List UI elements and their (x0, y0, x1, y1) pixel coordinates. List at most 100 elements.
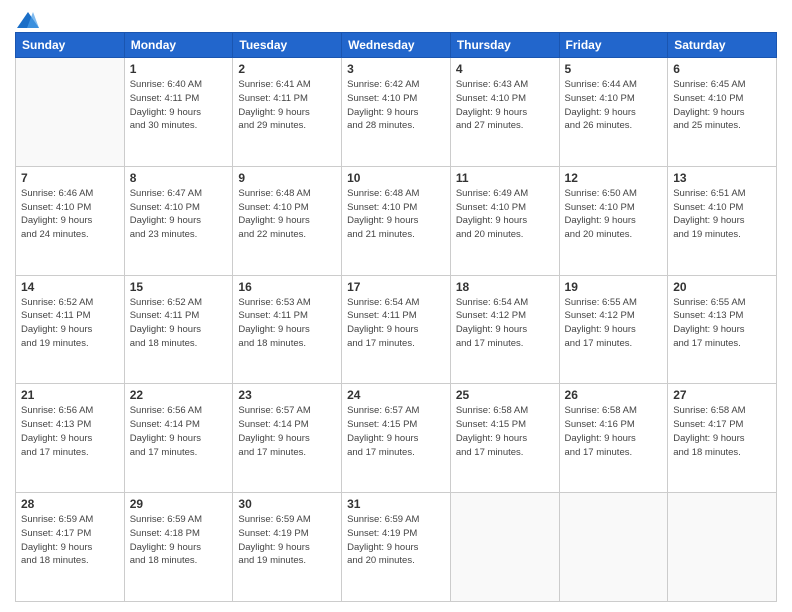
day-info: Sunrise: 6:54 AMSunset: 4:11 PMDaylight:… (347, 296, 445, 351)
calendar-table: Sunday Monday Tuesday Wednesday Thursday… (15, 32, 777, 602)
day-info: Sunrise: 6:54 AMSunset: 4:12 PMDaylight:… (456, 296, 554, 351)
day-number: 7 (21, 171, 119, 185)
day-info: Sunrise: 6:53 AMSunset: 4:11 PMDaylight:… (238, 296, 336, 351)
table-row: 17 Sunrise: 6:54 AMSunset: 4:11 PMDayligh… (342, 275, 451, 384)
day-number: 13 (673, 171, 771, 185)
table-row: 16Sunrise: 6:53 AMSunset: 4:11 PMDayligh… (233, 275, 342, 384)
calendar-week-row: 14 Sunrise: 6:52 AMSunset: 4:11 PMDayligh… (16, 275, 777, 384)
calendar-week-row: 7 Sunrise: 6:46 AMSunset: 4:10 PMDaylight… (16, 166, 777, 275)
day-number: 15 (130, 280, 228, 294)
table-row (450, 493, 559, 602)
day-number: 5 (565, 62, 663, 76)
day-info: Sunrise: 6:46 AMSunset: 4:10 PMDaylight:… (21, 187, 119, 242)
day-number: 27 (673, 388, 771, 402)
table-row: 6Sunrise: 6:45 AMSunset: 4:10 PMDaylight… (668, 58, 777, 167)
table-row: 2 Sunrise: 6:41 AMSunset: 4:11 PMDaylight… (233, 58, 342, 167)
logo (15, 10, 39, 24)
table-row: 29Sunrise: 6:59 AMSunset: 4:18 PMDayligh… (124, 493, 233, 602)
day-number: 24 (347, 388, 445, 402)
table-row: 3 Sunrise: 6:42 AMSunset: 4:10 PMDaylight… (342, 58, 451, 167)
day-number: 10 (347, 171, 445, 185)
table-row: 15 Sunrise: 6:52 AMSunset: 4:11 PMDayligh… (124, 275, 233, 384)
day-info: Sunrise: 6:58 AMSunset: 4:15 PMDaylight:… (456, 404, 554, 459)
table-row (668, 493, 777, 602)
day-number: 21 (21, 388, 119, 402)
day-info: Sunrise: 6:49 AMSunset: 4:10 PMDaylight:… (456, 187, 554, 242)
calendar-week-row: 28 Sunrise: 6:59 AMSunset: 4:17 PMDayligh… (16, 493, 777, 602)
table-row: 7 Sunrise: 6:46 AMSunset: 4:10 PMDaylight… (16, 166, 125, 275)
day-info: Sunrise: 6:55 AMSunset: 4:13 PMDaylight:… (673, 296, 771, 351)
day-info: Sunrise: 6:57 AMSunset: 4:15 PMDaylight:… (347, 404, 445, 459)
day-info: Sunrise: 6:42 AMSunset: 4:10 PMDaylight:… (347, 78, 445, 133)
table-row: 5 Sunrise: 6:44 AMSunset: 4:10 PMDaylight… (559, 58, 668, 167)
col-friday: Friday (559, 33, 668, 58)
day-number: 14 (21, 280, 119, 294)
day-info: Sunrise: 6:45 AMSunset: 4:10 PMDaylight:… (673, 78, 771, 133)
day-number: 26 (565, 388, 663, 402)
day-number: 12 (565, 171, 663, 185)
col-thursday: Thursday (450, 33, 559, 58)
day-info: Sunrise: 6:44 AMSunset: 4:10 PMDaylight:… (565, 78, 663, 133)
table-row: 18 Sunrise: 6:54 AMSunset: 4:12 PMDayligh… (450, 275, 559, 384)
table-row: 19Sunrise: 6:55 AMSunset: 4:12 PMDayligh… (559, 275, 668, 384)
day-info: Sunrise: 6:41 AMSunset: 4:11 PMDaylight:… (238, 78, 336, 133)
col-sunday: Sunday (16, 33, 125, 58)
day-info: Sunrise: 6:55 AMSunset: 4:12 PMDaylight:… (565, 296, 663, 351)
table-row: 23Sunrise: 6:57 AMSunset: 4:14 PMDayligh… (233, 384, 342, 493)
day-number: 8 (130, 171, 228, 185)
table-row: 24 Sunrise: 6:57 AMSunset: 4:15 PMDayligh… (342, 384, 451, 493)
day-number: 1 (130, 62, 228, 76)
day-info: Sunrise: 6:59 AMSunset: 4:19 PMDaylight:… (347, 513, 445, 568)
day-number: 3 (347, 62, 445, 76)
col-monday: Monday (124, 33, 233, 58)
table-row: 4 Sunrise: 6:43 AMSunset: 4:10 PMDaylight… (450, 58, 559, 167)
table-row: 30 Sunrise: 6:59 AMSunset: 4:19 PMDayligh… (233, 493, 342, 602)
table-row: 25Sunrise: 6:58 AMSunset: 4:15 PMDayligh… (450, 384, 559, 493)
day-info: Sunrise: 6:56 AMSunset: 4:14 PMDaylight:… (130, 404, 228, 459)
day-info: Sunrise: 6:57 AMSunset: 4:14 PMDaylight:… (238, 404, 336, 459)
table-row: 22 Sunrise: 6:56 AMSunset: 4:14 PMDayligh… (124, 384, 233, 493)
table-row: 28 Sunrise: 6:59 AMSunset: 4:17 PMDayligh… (16, 493, 125, 602)
page: Sunday Monday Tuesday Wednesday Thursday… (0, 0, 792, 612)
day-number: 18 (456, 280, 554, 294)
table-row: 13 Sunrise: 6:51 AMSunset: 4:10 PMDayligh… (668, 166, 777, 275)
day-number: 28 (21, 497, 119, 511)
day-info: Sunrise: 6:51 AMSunset: 4:10 PMDaylight:… (673, 187, 771, 242)
col-wednesday: Wednesday (342, 33, 451, 58)
calendar-week-row: 21 Sunrise: 6:56 AMSunset: 4:13 PMDayligh… (16, 384, 777, 493)
day-info: Sunrise: 6:52 AMSunset: 4:11 PMDaylight:… (130, 296, 228, 351)
day-info: Sunrise: 6:48 AMSunset: 4:10 PMDaylight:… (238, 187, 336, 242)
col-saturday: Saturday (668, 33, 777, 58)
day-number: 22 (130, 388, 228, 402)
calendar-week-row: 1 Sunrise: 6:40 AMSunset: 4:11 PMDaylight… (16, 58, 777, 167)
day-info: Sunrise: 6:58 AMSunset: 4:17 PMDaylight:… (673, 404, 771, 459)
table-row: 26 Sunrise: 6:58 AMSunset: 4:16 PMDayligh… (559, 384, 668, 493)
table-row: 10 Sunrise: 6:48 AMSunset: 4:10 PMDayligh… (342, 166, 451, 275)
table-row (559, 493, 668, 602)
day-info: Sunrise: 6:47 AMSunset: 4:10 PMDaylight:… (130, 187, 228, 242)
table-row: 8 Sunrise: 6:47 AMSunset: 4:10 PMDaylight… (124, 166, 233, 275)
day-number: 11 (456, 171, 554, 185)
table-row: 14Sunrise: 6:52 AMSunset: 4:11 PMDayligh… (16, 275, 125, 384)
day-number: 2 (238, 62, 336, 76)
day-info: Sunrise: 6:58 AMSunset: 4:16 PMDaylight:… (565, 404, 663, 459)
day-info: Sunrise: 6:48 AMSunset: 4:10 PMDaylight:… (347, 187, 445, 242)
day-info: Sunrise: 6:56 AMSunset: 4:13 PMDaylight:… (21, 404, 119, 459)
day-number: 9 (238, 171, 336, 185)
day-info: Sunrise: 6:40 AMSunset: 4:11 PMDaylight:… (130, 78, 228, 133)
day-info: Sunrise: 6:50 AMSunset: 4:10 PMDaylight:… (565, 187, 663, 242)
table-row: 20Sunrise: 6:55 AMSunset: 4:13 PMDayligh… (668, 275, 777, 384)
table-row: 1 Sunrise: 6:40 AMSunset: 4:11 PMDaylight… (124, 58, 233, 167)
day-info: Sunrise: 6:59 AMSunset: 4:19 PMDaylight:… (238, 513, 336, 568)
day-info: Sunrise: 6:59 AMSunset: 4:17 PMDaylight:… (21, 513, 119, 568)
day-info: Sunrise: 6:43 AMSunset: 4:10 PMDaylight:… (456, 78, 554, 133)
day-number: 30 (238, 497, 336, 511)
col-tuesday: Tuesday (233, 33, 342, 58)
table-row: 21 Sunrise: 6:56 AMSunset: 4:13 PMDayligh… (16, 384, 125, 493)
day-number: 4 (456, 62, 554, 76)
table-row (16, 58, 125, 167)
day-number: 31 (347, 497, 445, 511)
table-row: 11 Sunrise: 6:49 AMSunset: 4:10 PMDayligh… (450, 166, 559, 275)
day-number: 17 (347, 280, 445, 294)
table-row: 27 Sunrise: 6:58 AMSunset: 4:17 PMDayligh… (668, 384, 777, 493)
